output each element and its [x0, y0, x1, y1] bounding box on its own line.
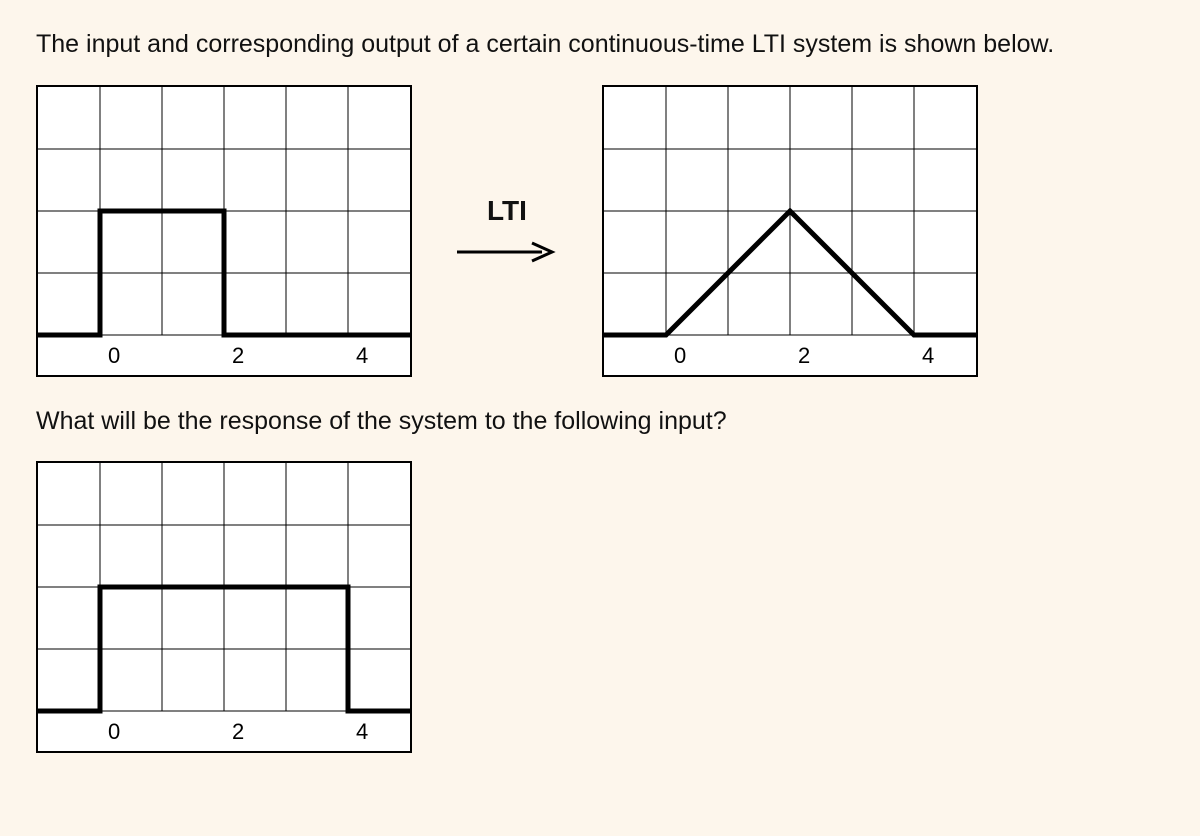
intro-text: The input and corresponding output of a … — [36, 28, 1164, 61]
svg-text:0: 0 — [108, 719, 120, 744]
lti-block: LTI — [452, 195, 562, 267]
svg-text:4: 4 — [356, 719, 368, 744]
input-plot-2: 0 2 4 — [36, 461, 1164, 753]
svg-text:2: 2 — [798, 343, 810, 368]
arrow-icon — [452, 237, 562, 267]
question-text: What will be the response of the system … — [36, 405, 1164, 438]
svg-text:4: 4 — [356, 343, 368, 368]
svg-text:0: 0 — [108, 343, 120, 368]
signal-row: 0 2 4 LTI 0 2 4 — [36, 85, 1164, 377]
lti-label: LTI — [487, 195, 527, 227]
input-plot-1: 0 2 4 — [36, 85, 412, 377]
svg-text:2: 2 — [232, 343, 244, 368]
svg-text:0: 0 — [674, 343, 686, 368]
svg-text:2: 2 — [232, 719, 244, 744]
svg-text:4: 4 — [922, 343, 934, 368]
output-plot-1: 0 2 4 — [602, 85, 978, 377]
